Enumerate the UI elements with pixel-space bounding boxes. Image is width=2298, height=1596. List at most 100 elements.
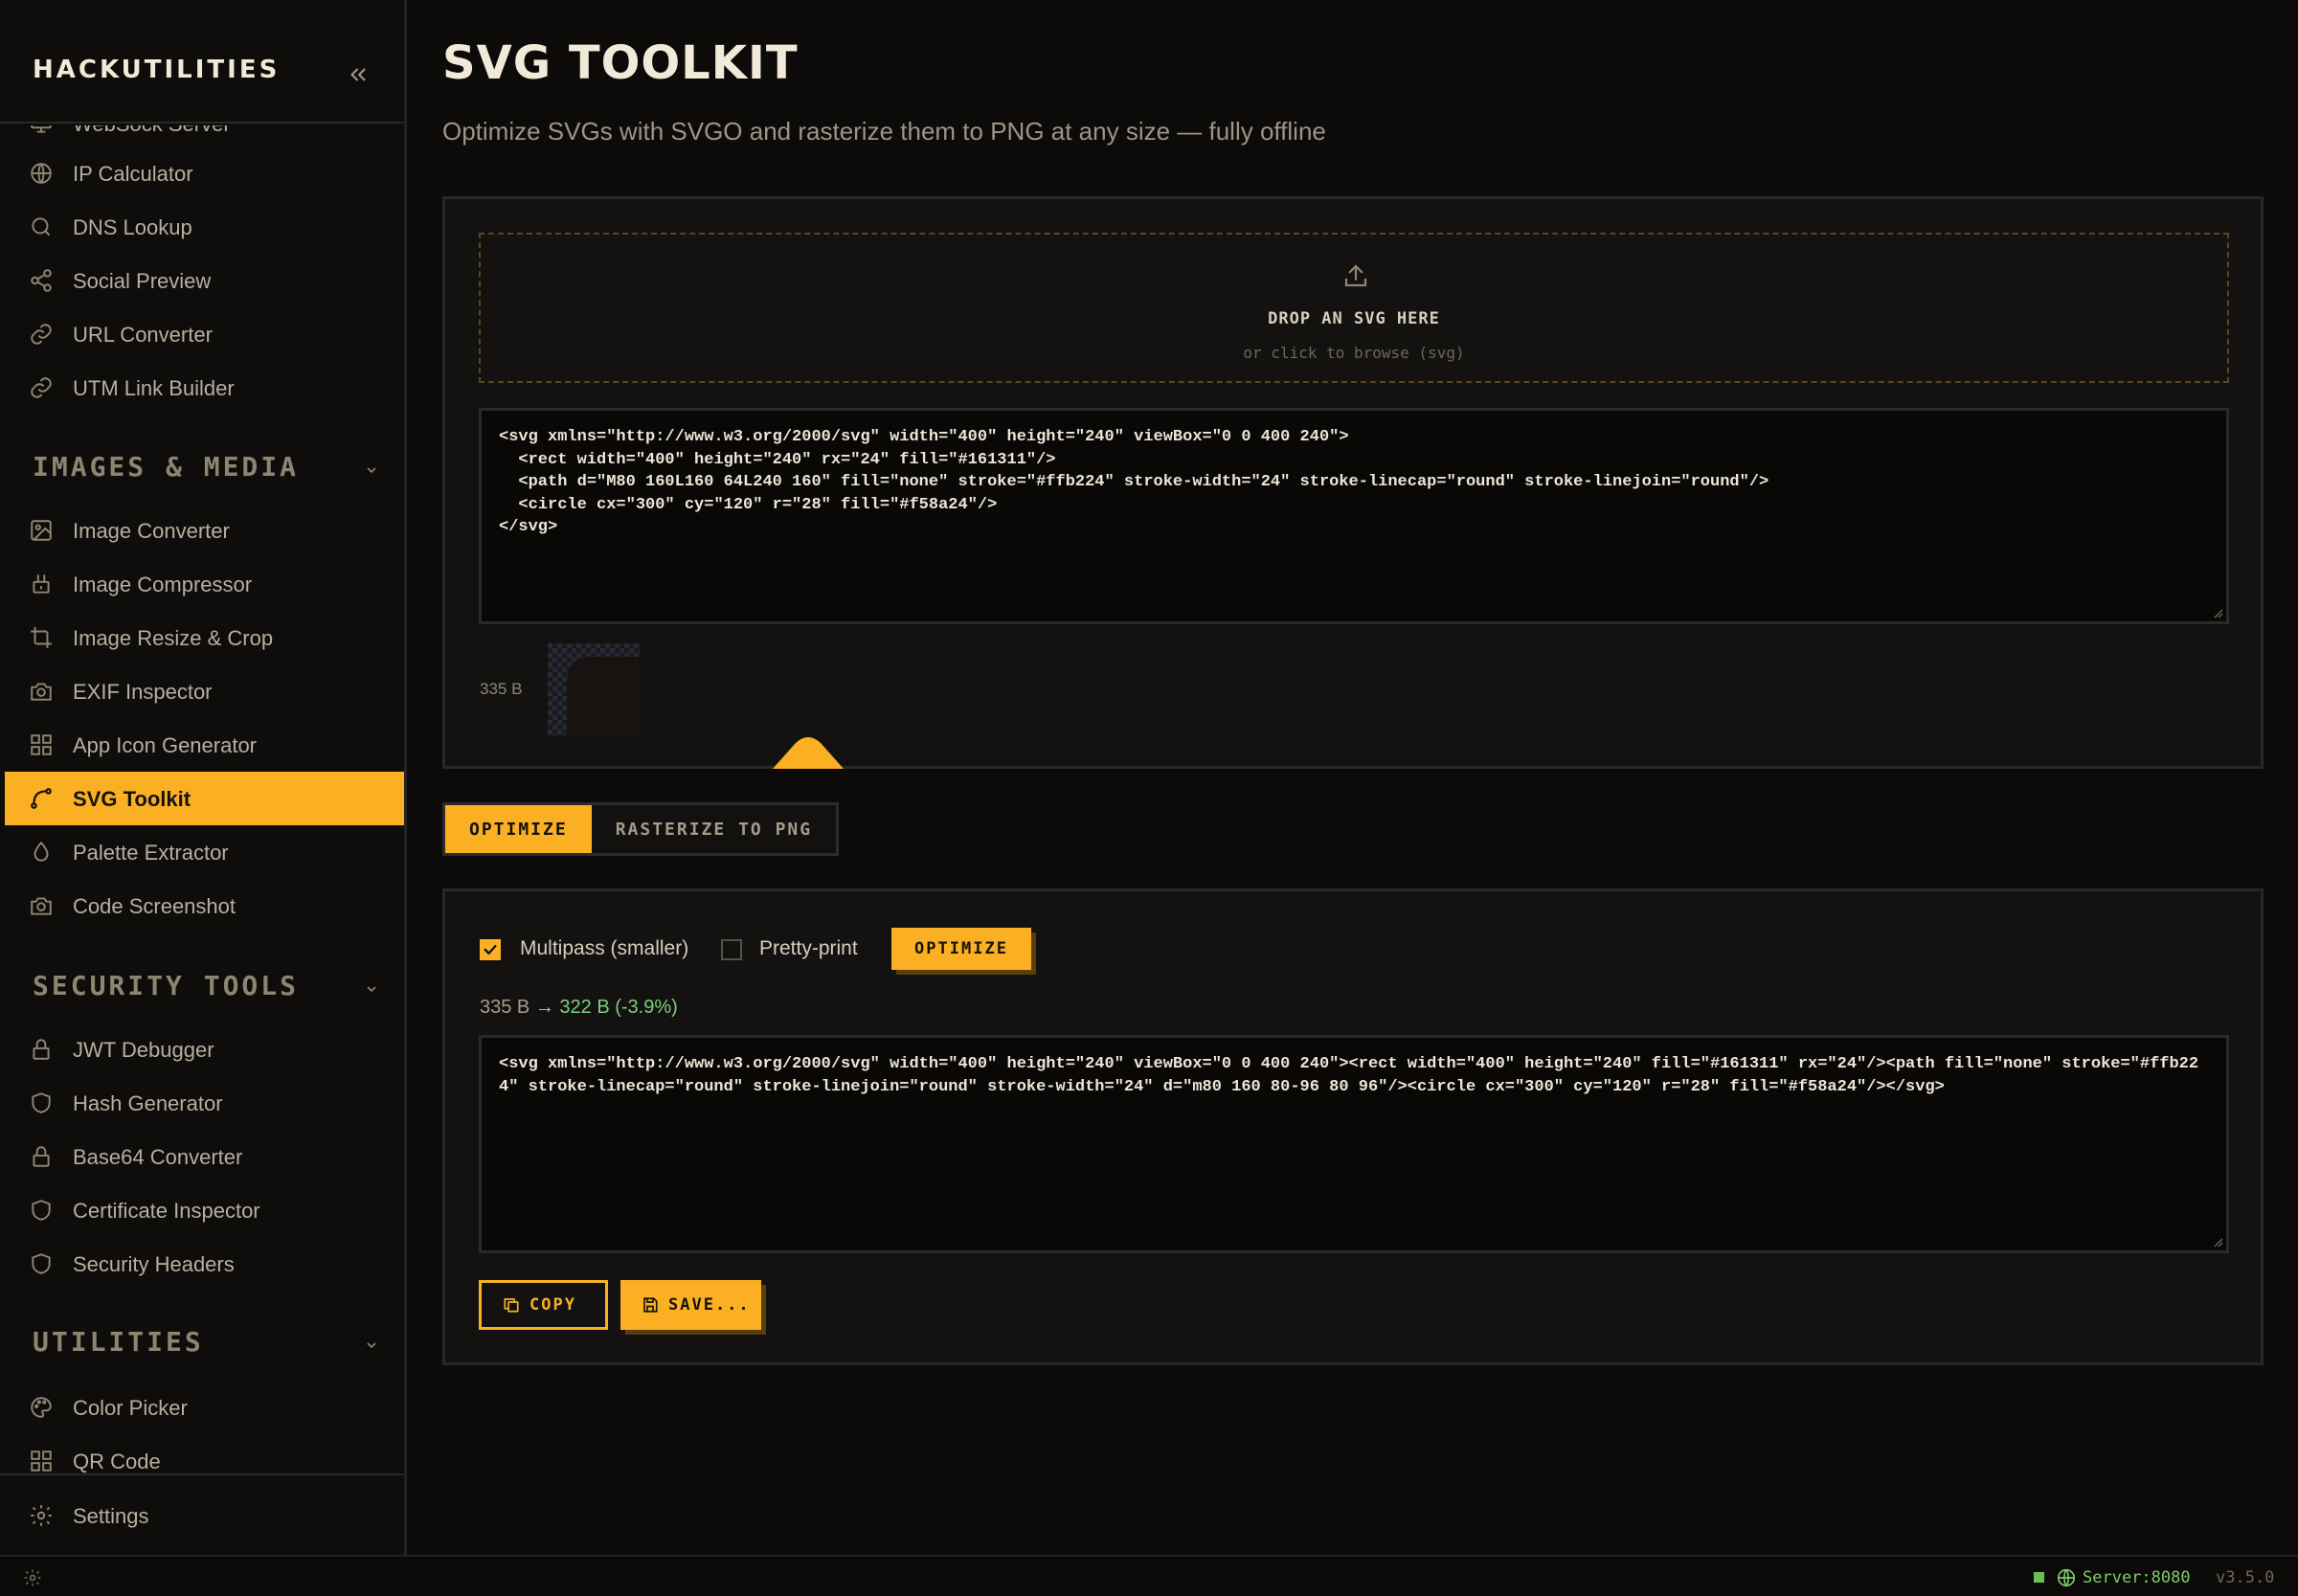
sidebar-item-settings[interactable]: Settings bbox=[5, 1489, 404, 1542]
sidebar-item-label: Settings bbox=[73, 1504, 149, 1528]
lock-icon bbox=[28, 1036, 55, 1063]
sidebar-nav-list[interactable]: WebSock Server IP Calculator DNS Lookup … bbox=[0, 125, 404, 1473]
optimize-panel: Multipass (smaller) Pretty-print OPTIMIZ… bbox=[442, 888, 2264, 1365]
shield-icon bbox=[28, 1197, 55, 1224]
stats-after: 322 B (-3.9%) bbox=[559, 997, 678, 1018]
sidebar-item-label: EXIF Inspector bbox=[73, 680, 213, 704]
stats-before: 335 B bbox=[480, 997, 530, 1018]
dropzone-title: DROP AN SVG HERE bbox=[1268, 309, 1440, 328]
chevrons-left-icon bbox=[350, 68, 366, 81]
optimized-output-textarea[interactable]: <svg xmlns="http://www.w3.org/2000/svg" … bbox=[479, 1035, 2229, 1253]
sidebar-item-ip-calculator[interactable]: IP Calculator bbox=[5, 146, 404, 200]
share-icon bbox=[28, 267, 55, 294]
sidebar-item-svg-toolkit[interactable]: SVG Toolkit bbox=[5, 772, 404, 825]
collapse-sidebar-button[interactable] bbox=[345, 61, 372, 88]
sidebar-item-security-headers[interactable]: Security Headers bbox=[5, 1237, 404, 1291]
sidebar-item-label: Social Preview bbox=[73, 269, 212, 293]
sidebar-item-label: Image Converter bbox=[73, 519, 230, 543]
upload-icon bbox=[1344, 264, 1367, 287]
droplet-icon bbox=[28, 839, 55, 865]
sidebar-item-label: Image Compressor bbox=[73, 573, 253, 596]
sidebar-item-image-converter[interactable]: Image Converter bbox=[5, 504, 404, 557]
copy-label: COPY bbox=[529, 1295, 576, 1315]
save-icon bbox=[642, 1296, 659, 1314]
pretty-print-checkbox[interactable] bbox=[721, 939, 742, 960]
sidebar-item-label: QR Code bbox=[73, 1450, 161, 1473]
optimize-button[interactable]: OPTIMIZE bbox=[891, 928, 1031, 970]
grid-icon bbox=[28, 1448, 55, 1473]
section-security-tools[interactable]: SECURITY TOOLS bbox=[0, 960, 404, 1008]
status-bar: Server:8080 v3.5.0 bbox=[0, 1555, 2298, 1596]
palette-icon bbox=[28, 1394, 55, 1421]
grid-icon bbox=[28, 731, 55, 758]
gear-icon bbox=[28, 1502, 55, 1529]
link-icon bbox=[28, 321, 55, 348]
scroll-indicator-icon bbox=[773, 737, 844, 769]
multipass-label[interactable]: Multipass (smaller) bbox=[520, 937, 688, 960]
sidebar-item-utm-link-builder[interactable]: UTM Link Builder bbox=[5, 361, 404, 415]
search-icon bbox=[28, 214, 55, 240]
sidebar-item-jwt-debugger[interactable]: JWT Debugger bbox=[5, 1023, 404, 1076]
sidebar-item-base64-converter[interactable]: Base64 Converter bbox=[5, 1130, 404, 1183]
sidebar-item-code-screenshot[interactable]: Code Screenshot bbox=[5, 879, 404, 933]
sidebar-item-label: URL Converter bbox=[73, 323, 213, 347]
page-title: SVG TOOLKIT bbox=[442, 36, 799, 90]
svg-preview bbox=[548, 643, 640, 735]
sidebar-item-qr-code[interactable]: QR Code bbox=[5, 1434, 404, 1473]
sidebar-item-exif-inspector[interactable]: EXIF Inspector bbox=[5, 664, 404, 718]
sidebar-header: HACKUTILITIES bbox=[0, 0, 404, 124]
sidebar-item-label: App Icon Generator bbox=[73, 733, 258, 757]
globe-icon bbox=[28, 160, 55, 187]
sidebar-item-url-converter[interactable]: URL Converter bbox=[5, 307, 404, 361]
multipass-checkbox[interactable] bbox=[480, 939, 501, 960]
sidebar-item-hash-generator[interactable]: Hash Generator bbox=[5, 1076, 404, 1130]
chevron-down-icon bbox=[367, 467, 376, 474]
dropzone-subtitle: or click to browse (svg) bbox=[1243, 344, 1465, 362]
globe-icon bbox=[2057, 1568, 2076, 1587]
gear-icon[interactable] bbox=[23, 1568, 42, 1587]
mode-tabs: OPTIMIZE RASTERIZE TO PNG bbox=[442, 802, 840, 856]
server-status-dot bbox=[2034, 1572, 2044, 1583]
sidebar-item-dns-lookup[interactable]: DNS Lookup bbox=[5, 200, 404, 254]
shield-icon bbox=[28, 1250, 55, 1277]
bezier-curve-icon bbox=[28, 785, 55, 812]
svg-source-textarea[interactable]: <svg xmlns="http://www.w3.org/2000/svg" … bbox=[479, 408, 2229, 624]
input-panel: DROP AN SVG HERE or click to browse (svg… bbox=[442, 196, 2264, 769]
brand-logo[interactable]: HACKUTILITIES bbox=[33, 56, 280, 84]
sidebar-item-color-picker[interactable]: Color Picker bbox=[5, 1381, 404, 1434]
server-icon bbox=[28, 125, 55, 137]
sidebar-item-image-compressor[interactable]: Image Compressor bbox=[5, 557, 404, 611]
sidebar-item-image-resize-crop[interactable]: Image Resize & Crop bbox=[5, 611, 404, 664]
sidebar-item-label: Color Picker bbox=[73, 1396, 188, 1420]
pretty-print-label[interactable]: Pretty-print bbox=[759, 937, 858, 960]
app-version: v3.5.0 bbox=[2216, 1568, 2275, 1587]
sidebar-item-label: JWT Debugger bbox=[73, 1038, 214, 1062]
section-title: SECURITY TOOLS bbox=[33, 970, 300, 1001]
sidebar-item-social-preview[interactable]: Social Preview bbox=[5, 254, 404, 307]
save-button[interactable]: SAVE... bbox=[620, 1280, 761, 1330]
camera-icon bbox=[28, 678, 55, 705]
link-icon bbox=[28, 374, 55, 401]
sidebar-item-label: SVG Toolkit bbox=[73, 787, 192, 811]
section-utilities[interactable]: UTILITIES bbox=[0, 1316, 404, 1364]
sidebar-item-certificate-inspector[interactable]: Certificate Inspector bbox=[5, 1183, 404, 1237]
section-title: IMAGES & MEDIA bbox=[33, 451, 300, 483]
camera-icon bbox=[28, 892, 55, 919]
sidebar-item-label: IP Calculator bbox=[73, 162, 193, 186]
server-status-label[interactable]: Server:8080 bbox=[2083, 1568, 2191, 1587]
svg-dropzone[interactable]: DROP AN SVG HERE or click to browse (svg… bbox=[479, 233, 2229, 383]
tab-rasterize[interactable]: RASTERIZE TO PNG bbox=[591, 805, 837, 853]
resize-handle-icon[interactable] bbox=[2212, 1236, 2223, 1248]
sidebar-item-app-icon-generator[interactable]: App Icon Generator bbox=[5, 718, 404, 772]
sidebar-item-label: Base64 Converter bbox=[73, 1145, 243, 1169]
save-label: SAVE... bbox=[668, 1295, 751, 1315]
sidebar-item-label: Security Headers bbox=[73, 1252, 235, 1276]
check-icon bbox=[484, 945, 497, 955]
tab-optimize[interactable]: OPTIMIZE bbox=[445, 805, 592, 853]
source-size-label: 335 B bbox=[480, 680, 523, 698]
sidebar-item-label: Hash Generator bbox=[73, 1091, 223, 1115]
section-images-media[interactable]: IMAGES & MEDIA bbox=[0, 441, 404, 489]
resize-handle-icon[interactable] bbox=[2212, 607, 2223, 618]
sidebar-item-palette-extractor[interactable]: Palette Extractor bbox=[5, 825, 404, 879]
copy-button[interactable]: COPY bbox=[479, 1280, 608, 1330]
